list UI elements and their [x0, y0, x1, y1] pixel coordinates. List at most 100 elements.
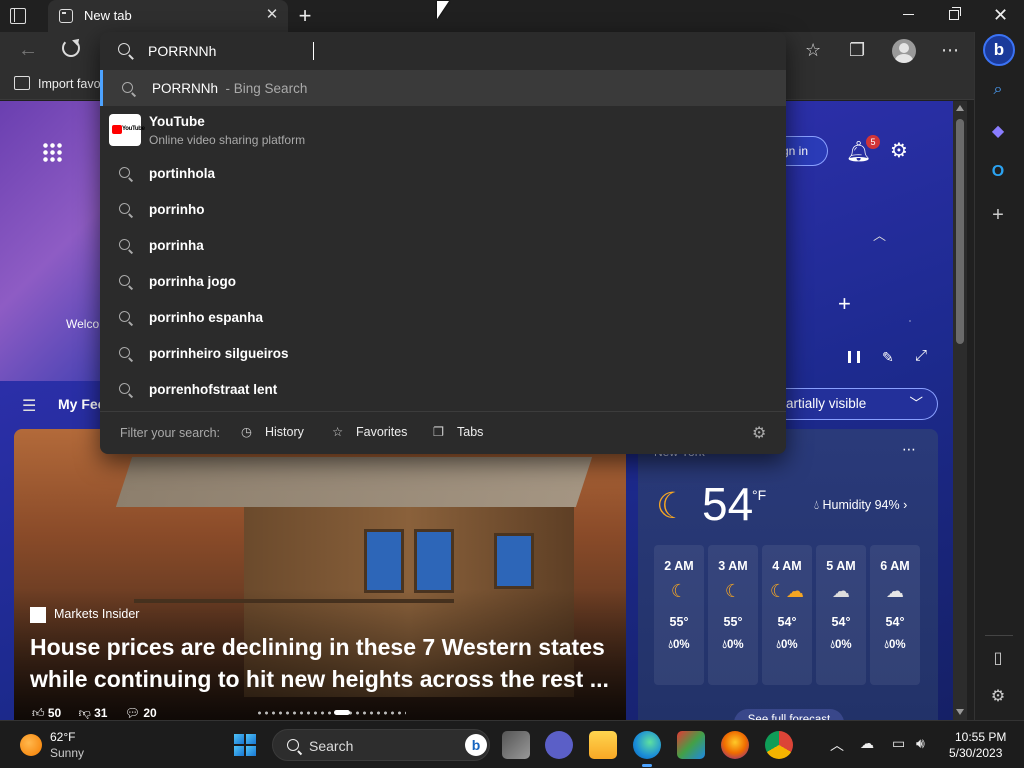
close-window-button[interactable]: ✕	[993, 5, 1008, 26]
page-settings-gear-icon[interactable]: ⚙	[890, 138, 908, 163]
suggestion-bing-search[interactable]: PORRNNh - Bing Search	[100, 70, 786, 106]
filter-favorites-button[interactable]: ☆ Favorites	[332, 424, 407, 439]
hero-news-card[interactable]: Markets Insider House prices are declini…	[14, 429, 626, 720]
suggestion-item[interactable]: porrinha	[100, 227, 786, 263]
network-icon[interactable]: ▭	[892, 735, 905, 752]
settings-more-icon[interactable]: ⋯	[941, 40, 959, 61]
tab-actions-icon[interactable]	[10, 8, 26, 24]
content-visibility-dropdown[interactable]: artially visible ﹀	[780, 388, 938, 420]
like-button[interactable]: 👍︎ 50	[32, 706, 61, 720]
see-full-forecast-button[interactable]: See full forecast	[734, 709, 844, 720]
suggestion-subtitle: Online video sharing platform	[149, 133, 306, 147]
carousel-dots[interactable]	[256, 710, 406, 716]
scroll-up-icon[interactable]	[956, 105, 964, 111]
collections-icon[interactable]: ❐	[849, 40, 865, 61]
pause-background-icon[interactable]	[848, 351, 860, 363]
suggestion-youtube[interactable]: YouTube Online video sharing platform	[100, 106, 786, 154]
suggestion-item[interactable]: porrenhofstraat lent	[100, 371, 786, 407]
suggestion-item[interactable]: porrinho espanha	[100, 299, 786, 335]
restore-button[interactable]	[949, 7, 961, 20]
scroll-down-icon[interactable]	[956, 709, 964, 715]
hourly-forecast-item[interactable]: 2 AM ☾ 55° 💧︎0%	[654, 545, 704, 685]
article-image-window	[364, 529, 404, 593]
scroll-thumb[interactable]	[956, 119, 964, 344]
search-icon	[119, 203, 130, 214]
temperature-unit[interactable]: °F	[752, 487, 766, 503]
cloud-off-icon[interactable]: ☁︎	[860, 735, 874, 752]
outlook-icon[interactable]: O	[988, 162, 1008, 182]
add-favorite-icon[interactable]: ☆	[805, 40, 821, 61]
minimize-button[interactable]	[903, 14, 914, 15]
address-input[interactable]	[148, 40, 748, 62]
clock-date[interactable]: 5/30/2023	[949, 746, 1002, 760]
welcome-tile-label[interactable]: Welco	[66, 317, 99, 331]
search-settings-gear-icon[interactable]: ⚙	[752, 423, 766, 443]
article-image-window	[494, 533, 534, 589]
expand-icon[interactable]: ⤢	[915, 347, 927, 364]
microsoft-store-icon[interactable]	[677, 731, 705, 759]
task-view-icon[interactable]	[502, 731, 530, 759]
chrome-icon[interactable]	[765, 731, 793, 759]
bing-copilot-button[interactable]: b	[983, 34, 1015, 66]
new-tab-button[interactable]: +	[296, 5, 314, 27]
add-shortcut-plus-icon[interactable]: +	[838, 291, 851, 317]
weather-more-icon[interactable]: ⋯	[902, 441, 916, 458]
edge-browser-icon[interactable]	[633, 731, 661, 767]
weather-card[interactable]: New York ⋯ ☾ 54 °F 💧︎ Humidity 94% › 2 A…	[638, 429, 938, 720]
start-button[interactable]	[234, 734, 256, 756]
my-feed-tab[interactable]: My Fee	[58, 396, 105, 412]
import-favorites-link[interactable]: Import favo	[38, 77, 101, 91]
star-icon: ☆	[332, 425, 344, 439]
profile-avatar[interactable]	[892, 39, 916, 63]
sidebar-settings-icon[interactable]: ⚙	[988, 687, 1008, 707]
page-scrollbar[interactable]	[953, 101, 967, 720]
search-icon	[119, 239, 130, 250]
filter-history-button[interactable]: ◷ History	[241, 424, 304, 439]
filter-tabs-button[interactable]: ❐ Tabs	[433, 424, 483, 439]
taskbar-weather-temp[interactable]: 62°F	[50, 730, 75, 744]
feed-menu-icon[interactable]: ☰	[22, 396, 36, 416]
chevron-up-icon[interactable]: ︿	[873, 225, 886, 244]
teams-chat-icon[interactable]	[545, 731, 573, 759]
clock-time[interactable]: 10:55 PM	[955, 730, 1006, 744]
hourly-forecast-item[interactable]: 4 AM ☾☁︎ 54° 💧︎0%	[762, 545, 812, 685]
apps-launcher-icon[interactable]	[42, 142, 62, 162]
refresh-button[interactable]	[62, 39, 80, 57]
suggestion-item[interactable]: porrinha jogo	[100, 263, 786, 299]
taskbar-search[interactable]: Search b	[272, 729, 490, 761]
sign-in-button[interactable]: gn in	[780, 136, 828, 166]
copilot-icon[interactable]: ◆	[988, 122, 1008, 142]
tab-close-icon[interactable]: ✕	[265, 7, 279, 22]
search-icon[interactable]: ⌕	[988, 80, 1008, 100]
show-hidden-icons[interactable]: ︿	[830, 735, 844, 755]
youtube-logo-icon	[109, 114, 145, 146]
import-favorites-icon[interactable]	[14, 76, 30, 90]
firefox-icon[interactable]	[721, 731, 749, 759]
dislike-button[interactable]: 👎︎ 31	[79, 706, 108, 720]
sidebar-toggle-icon[interactable]: ▯	[988, 649, 1008, 669]
hourly-forecast-item[interactable]: 6 AM ☁︎ 54° 💧︎0%	[870, 545, 920, 685]
file-explorer-icon[interactable]	[589, 731, 617, 759]
address-bar-dropdown: PORRNNh - Bing Search YouTube Online vid…	[100, 32, 786, 454]
hourly-forecast-item[interactable]: 5 AM ☁︎ 54° 💧︎0%	[816, 545, 866, 685]
suggestion-item[interactable]: porrinheiro silgueiros	[100, 335, 786, 371]
news-source[interactable]: Markets Insider	[54, 607, 139, 621]
suggestion-item[interactable]: portinhola	[100, 155, 786, 191]
hourly-forecast-item[interactable]: 3 AM ☾ 55° 💧︎0%	[708, 545, 758, 685]
like-count: 50	[47, 706, 62, 720]
address-bar[interactable]	[100, 32, 786, 70]
edit-background-icon[interactable]: ✎	[882, 349, 894, 366]
hour-time: 2 AM	[664, 559, 694, 573]
back-button[interactable]: ←	[18, 39, 38, 62]
humidity-link[interactable]: 💧︎ Humidity 94% ›	[814, 498, 907, 513]
carousel-active-dot[interactable]	[334, 710, 350, 715]
suggestion-item[interactable]: porrinho	[100, 191, 786, 227]
tab-new-tab[interactable]: New tab ✕	[48, 0, 288, 32]
taskbar-weather-condition[interactable]: Sunny	[50, 746, 84, 760]
add-sidebar-app-icon[interactable]: +	[988, 205, 1008, 225]
sun-icon[interactable]	[20, 734, 42, 756]
comments-button[interactable]: 💬︎ 20	[125, 706, 157, 720]
volume-icon[interactable]: 🔊︎	[916, 735, 925, 752]
hour-precip: 💧︎0%	[776, 639, 798, 651]
news-headline[interactable]: House prices are declining in these 7 We…	[30, 631, 615, 695]
